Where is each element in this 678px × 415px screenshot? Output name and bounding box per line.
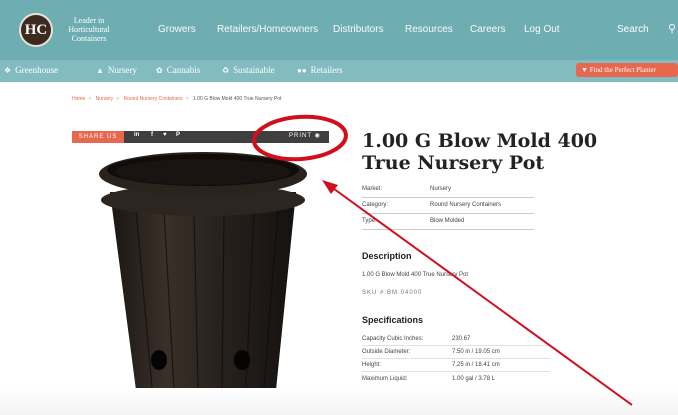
subnav-label: Cannabis (166, 65, 201, 75)
subnav-greenhouse[interactable]: ❖ Greenhouse (4, 65, 58, 75)
breadcrumb-round-nursery[interactable]: Round Nursery Containers (123, 96, 182, 102)
recycle-icon: ♻ (222, 66, 230, 75)
specifications-heading: Specifications (362, 315, 424, 325)
meta-value[interactable]: Nursery (430, 186, 451, 192)
meta-value[interactable]: Blow Molded (430, 218, 464, 224)
breadcrumb-home[interactable]: Home (72, 96, 85, 102)
meta-divider (362, 213, 534, 214)
subnav-cannabis[interactable]: ✿ Cannabis (156, 65, 200, 75)
spec-label: Capacity Cubic Inches: (362, 336, 424, 342)
spec-divider (362, 371, 550, 372)
tree-icon: ▲ (96, 66, 104, 75)
twitter-icon[interactable]: ♥ (163, 132, 167, 138)
meta-value[interactable]: Round Nursery Containers (430, 202, 501, 208)
meta-divider (362, 229, 534, 230)
product-image (99, 152, 307, 390)
find-planter-label: Find the Perfect Planter (589, 66, 656, 74)
subnav-label: Greenhouse (15, 65, 59, 75)
product-title: 1.00 G Blow Mold 400 True Nursery Pot (362, 130, 598, 174)
meta-label: Type: (362, 218, 377, 224)
sku-text: SKU #:BM.04000 (362, 290, 423, 296)
spec-label: Height: (362, 362, 382, 368)
breadcrumb-nursery[interactable]: Nursery (96, 96, 114, 102)
spec-divider (362, 358, 550, 359)
share-us-label: SHARE US (72, 131, 124, 143)
subnav-retailers[interactable]: ●● Retailers (297, 65, 343, 75)
spec-value: 7.50 in / 19.05 cm (452, 349, 500, 355)
description-text: 1.00 G Blow Mold 400 True Nursery Pot (362, 272, 469, 278)
facebook-icon[interactable]: f (151, 132, 153, 138)
nav-resources[interactable]: Resources (405, 24, 453, 35)
meta-label: Market: (362, 186, 383, 192)
annotation-arrow-head (322, 180, 338, 194)
nav-log-out[interactable]: Log Out (524, 24, 560, 35)
breadcrumb-current: 1.00 G Blow Mold 400 True Nursery Pot (193, 96, 282, 102)
spec-divider (362, 345, 550, 346)
printer-icon: ◉ (314, 133, 321, 139)
spec-value: 1.00 gal / 3.78 L (452, 376, 496, 382)
linkedin-icon[interactable]: in (134, 132, 139, 138)
print-label: PRINT (289, 133, 312, 139)
spec-value: 230.67 (452, 336, 471, 342)
search-link[interactable]: Search (617, 24, 649, 35)
search-icon[interactable]: ⚲ (668, 22, 676, 35)
subnav-label: Nursery (107, 65, 137, 75)
description-heading: Description (362, 251, 412, 261)
subnav-sustainable[interactable]: ♻ Sustainable (222, 65, 275, 75)
print-button[interactable]: PRINT ◉ (289, 132, 321, 139)
meta-divider (362, 197, 534, 198)
sprout-icon: ❖ (4, 66, 12, 75)
spec-value: 7.25 in / 18.41 cm (452, 362, 500, 368)
page-bottom-fade (0, 388, 678, 415)
nav-careers[interactable]: Careers (470, 24, 506, 35)
pinterest-icon[interactable]: P (176, 132, 180, 138)
spec-label: Maximum Liquid: (362, 376, 408, 382)
breadcrumb: Home > Nursery > Round Nursery Containers >… (72, 96, 282, 102)
leaf-icon: ✿ (156, 66, 163, 75)
subnav-label: Sustainable (233, 65, 275, 75)
nav-growers[interactable]: Growers (158, 24, 196, 35)
company-logo[interactable]: HC (19, 13, 53, 47)
nav-distributors[interactable]: Distributors (333, 24, 384, 35)
people-icon: ●● (297, 66, 307, 75)
subnav-label: Retailers (310, 65, 343, 75)
meta-label: Category: (362, 202, 389, 208)
spec-label: Outside Diameter: (362, 349, 411, 355)
find-planter-button[interactable]: ▼ Find the Perfect Planter (576, 63, 678, 77)
logo-monogram: HC (24, 21, 48, 38)
logo-tagline: Leader in Horticultural Containers (68, 16, 110, 43)
pot-icon: ▼ (581, 66, 590, 74)
nav-retailers-homeowners[interactable]: Retailers/Homeowners (217, 24, 318, 35)
subnav-nursery[interactable]: ▲ Nursery (96, 65, 137, 75)
